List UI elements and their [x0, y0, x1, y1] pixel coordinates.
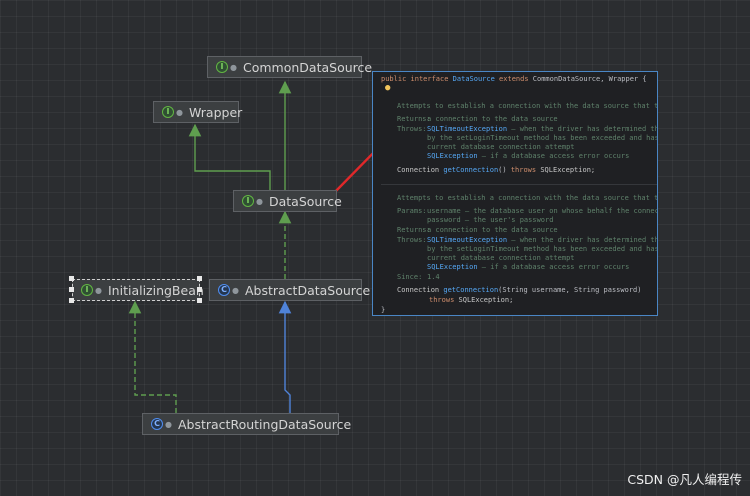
node-abstract-data-source[interactable]: C ● AbstractDataSource — [209, 279, 370, 301]
public-modifier-icon: ● — [176, 107, 183, 117]
method2-signature-throws: throws SQLException; — [429, 296, 514, 304]
interface-icon: I — [81, 284, 93, 296]
method2-params-label: Params: — [397, 207, 427, 215]
popup-header-line: public interface DataSource extends Comm… — [381, 75, 647, 83]
method2-signature: Connection getConnection(String username… — [397, 286, 642, 294]
selection-handle-top-right[interactable] — [197, 276, 202, 281]
edge-datasource-extends-wrapper — [188, 123, 271, 190]
node-wrapper[interactable]: I ● Wrapper — [153, 101, 243, 123]
selection-handle-bottom-right[interactable] — [197, 298, 202, 303]
node-label: Wrapper — [188, 104, 243, 120]
public-modifier-icon: ● — [165, 419, 172, 429]
public-modifier-icon: ● — [95, 285, 102, 295]
method1-throws-line4: SQLException – if a database access erro… — [427, 152, 630, 160]
method1-throws-label: Throws: — [397, 125, 427, 133]
method2-param2: password – the user's password — [427, 216, 554, 224]
node-abstract-routing-data-source[interactable]: C ● AbstractRoutingDataSource — [142, 413, 351, 435]
method1-signature: Connection getConnection() throws SQLExc… — [397, 166, 596, 174]
node-label: AbstractDataSource — [244, 282, 371, 298]
selection-handle-bottom-left[interactable] — [69, 298, 74, 303]
public-modifier-icon: ● — [232, 285, 239, 295]
method1-throws-line1: SQLTimeoutException – when the driver ha… — [427, 125, 658, 133]
method2-description: Attempts to establish a connection with … — [397, 194, 658, 202]
selection-handle-top-left[interactable] — [69, 276, 74, 281]
node-common-data-source[interactable]: I ● CommonDataSource — [207, 56, 372, 78]
node-label: DataSource — [268, 193, 342, 209]
public-modifier-icon: ● — [256, 196, 263, 206]
node-label: AbstractRoutingDataSource — [177, 416, 352, 432]
interface-icon: I — [242, 195, 254, 207]
lightbulb-icon[interactable]: ● — [385, 83, 390, 93]
edge-abstractrouting-extends-abstractdatasource — [278, 300, 292, 413]
source-preview-popup[interactable]: public interface DataSource extends Comm… — [372, 71, 658, 316]
method2-throws-line4: SQLException – if a database access erro… — [427, 263, 630, 271]
interface-icon: I — [162, 106, 174, 118]
method1-returns-label: Returns: — [397, 115, 431, 123]
method2-throws-line1: SQLTimeoutException – when the driver ha… — [427, 236, 658, 244]
selection-handle-mid-right[interactable] — [197, 287, 202, 292]
method2-param1: username – the database user on whose be… — [427, 207, 657, 215]
watermark: CSDN @凡人编程传 — [627, 472, 742, 487]
selection-handle-mid-left[interactable] — [69, 287, 74, 292]
abstract-class-icon: C — [218, 284, 230, 296]
method1-description: Attempts to establish a connection with … — [397, 102, 658, 110]
method1-throws-line2: by the setLoginTimeout method has been e… — [427, 134, 658, 142]
popup-closing-brace: } — [381, 306, 386, 314]
method2-throws-label: Throws: — [397, 236, 427, 244]
node-initializing-bean[interactable]: I ● InitializingBean — [72, 279, 204, 301]
node-label: CommonDataSource — [242, 59, 373, 75]
popup-separator — [381, 184, 657, 185]
abstract-class-icon: C — [151, 418, 163, 430]
method2-throws-line2: by the setLoginTimeout method has been e… — [427, 245, 658, 253]
method2-since-text: 1.4 — [427, 273, 440, 281]
edge-abstractrouting-implements-initializingbean — [128, 300, 177, 413]
method2-returns-text: a connection to the data source — [427, 226, 558, 234]
method2-since-label: Since: — [397, 273, 423, 281]
method2-throws-line3: current database connection attempt — [427, 254, 575, 262]
public-modifier-icon: ● — [230, 62, 237, 72]
method2-returns-label: Returns: — [397, 226, 431, 234]
node-label: InitializingBean — [107, 282, 204, 298]
node-data-source[interactable]: I ● DataSource — [233, 190, 342, 212]
method1-returns-text: a connection to the data source — [427, 115, 558, 123]
method1-throws-line3: current database connection attempt — [427, 143, 575, 151]
interface-icon: I — [216, 61, 228, 73]
